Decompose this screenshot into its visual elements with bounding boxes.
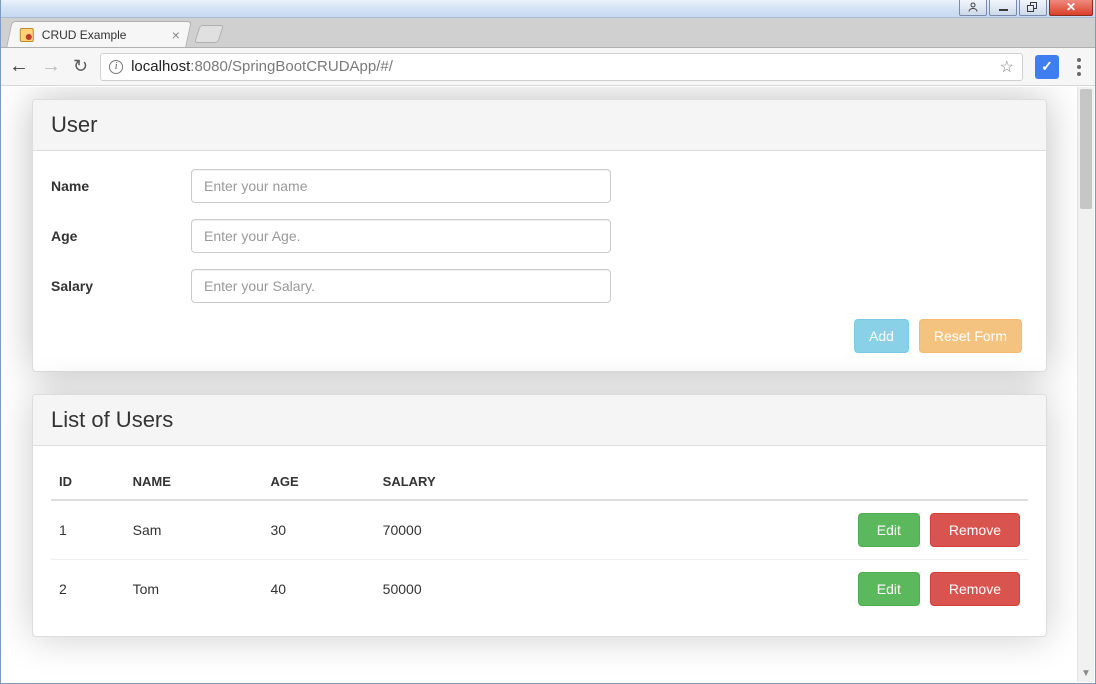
scrollbar-thumb[interactable]: [1080, 89, 1092, 209]
panel-title: List of Users: [33, 395, 1046, 446]
cell-age: 40: [263, 560, 375, 619]
reset-form-button[interactable]: Reset Form: [919, 319, 1022, 353]
user-form-panel: User Name Age Salary Ad: [32, 99, 1047, 372]
back-button[interactable]: ←: [9, 55, 29, 78]
window-minimize-button[interactable]: [989, 0, 1017, 16]
favicon-icon: [20, 28, 34, 42]
add-button[interactable]: Add: [854, 319, 909, 353]
browser-menu-button[interactable]: [1071, 58, 1087, 76]
col-id: ID: [51, 464, 125, 500]
edit-button[interactable]: Edit: [858, 572, 920, 606]
scroll-down-icon[interactable]: ▼: [1078, 665, 1094, 682]
url-host: localhost: [131, 58, 190, 75]
panel-title: User: [33, 100, 1046, 151]
users-table: ID NAME AGE SALARY 1Sam3070000 Edit Remove…: [51, 464, 1028, 618]
table-row: 1Sam3070000 Edit Remove: [51, 500, 1028, 560]
cell-salary: 70000: [375, 500, 550, 560]
window-titlebar: ✕: [1, 0, 1095, 18]
col-salary: SALARY: [375, 464, 550, 500]
forward-button[interactable]: →: [41, 55, 61, 78]
vertical-scrollbar[interactable]: ▲ ▼: [1077, 87, 1094, 682]
tab-close-icon[interactable]: ×: [172, 27, 180, 43]
age-input[interactable]: [191, 219, 611, 253]
browser-toolbar: ← → ↻ i localhost:8080/SpringBootCRUDApp…: [1, 48, 1095, 86]
site-info-icon[interactable]: i: [109, 60, 123, 74]
name-label: Name: [51, 178, 191, 194]
tab-title: CRUD Example: [42, 28, 127, 42]
edit-button[interactable]: Edit: [858, 513, 920, 547]
url-path: :8080/SpringBootCRUDApp/#/: [190, 58, 393, 75]
col-name: NAME: [125, 464, 263, 500]
window-user-button[interactable]: [959, 0, 987, 16]
cell-salary: 50000: [375, 560, 550, 619]
address-bar[interactable]: i localhost:8080/SpringBootCRUDApp/#/ ☆: [100, 53, 1023, 81]
window-restore-button[interactable]: [1019, 0, 1047, 16]
col-age: AGE: [263, 464, 375, 500]
salary-input[interactable]: [191, 269, 611, 303]
table-row: 2Tom4050000 Edit Remove: [51, 560, 1028, 619]
age-label: Age: [51, 228, 191, 244]
cell-id: 2: [51, 560, 125, 619]
cell-name: Sam: [125, 500, 263, 560]
cell-id: 1: [51, 500, 125, 560]
bookmark-star-icon[interactable]: ☆: [1000, 57, 1014, 77]
remove-button[interactable]: Remove: [930, 572, 1020, 606]
user-list-panel: List of Users ID NAME AGE SALARY: [32, 394, 1047, 637]
cell-name: Tom: [125, 560, 263, 619]
browser-tabstrip: CRUD Example ×: [1, 18, 1095, 48]
name-input[interactable]: [191, 169, 611, 203]
new-tab-button[interactable]: [194, 25, 224, 43]
window-close-button[interactable]: ✕: [1049, 0, 1093, 16]
salary-label: Salary: [51, 278, 191, 294]
browser-tab[interactable]: CRUD Example ×: [6, 21, 192, 47]
remove-button[interactable]: Remove: [930, 513, 1020, 547]
extension-button[interactable]: ✓: [1035, 55, 1059, 79]
reload-button[interactable]: ↻: [73, 56, 88, 77]
cell-age: 30: [263, 500, 375, 560]
